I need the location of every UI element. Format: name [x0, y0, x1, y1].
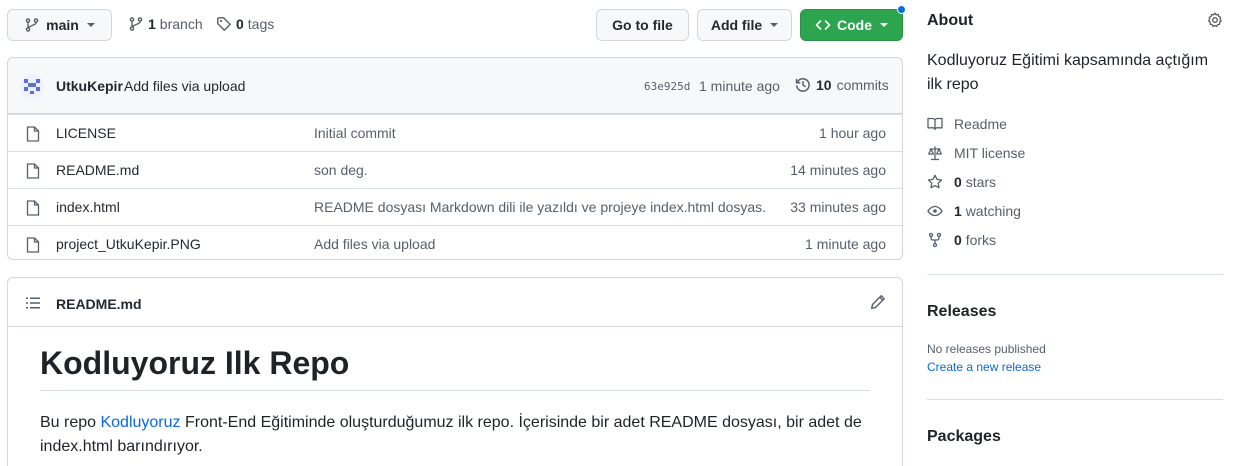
avatar[interactable]	[20, 74, 44, 98]
file-name[interactable]: LICENSE	[56, 125, 116, 141]
branch-count: 1	[148, 16, 156, 32]
commits-link[interactable]: 10 commits	[795, 77, 889, 93]
chevron-down-icon	[880, 23, 888, 27]
gear-icon[interactable]	[1207, 12, 1223, 28]
tag-count: 0	[236, 16, 244, 32]
add-file-label: Add file	[710, 17, 763, 33]
create-release-link[interactable]: Create a new release	[927, 360, 1041, 374]
file-list: UtkuKepir Add files via upload 63e925d 1…	[7, 57, 903, 260]
file-name[interactable]: project_UtkuKepir.PNG	[56, 236, 201, 252]
table-row: index.html README dosyası Markdown dili …	[8, 188, 902, 225]
forks-link[interactable]: 0 forks	[927, 232, 996, 248]
readme-panel: README.md Kodluyoruz Ilk Repo Bu repo Ko…	[7, 277, 903, 466]
go-to-file-label: Go to file	[612, 17, 673, 33]
watching-label: watching	[965, 203, 1021, 219]
tag-icon	[216, 16, 232, 32]
file-icon	[26, 200, 40, 216]
releases-title[interactable]: Releases	[927, 303, 996, 321]
chevron-down-icon	[770, 23, 779, 27]
go-to-file-button[interactable]: Go to file	[596, 9, 689, 41]
watching-count: 1	[954, 203, 962, 219]
commit-sha[interactable]: 63e925d	[644, 80, 690, 93]
tag-label: tags	[247, 16, 275, 32]
file-icon	[26, 126, 40, 142]
branch-selector-button[interactable]: main	[7, 9, 112, 41]
readme-paragraph: Bu repo Kodluyoruz Front-End Eğitiminde …	[40, 411, 870, 459]
branches-link[interactable]: 1 branch	[128, 16, 203, 32]
file-commit-message[interactable]: son deg.	[314, 162, 368, 178]
add-file-button[interactable]: Add file	[697, 9, 792, 41]
git-branch-icon	[128, 16, 144, 32]
license-link[interactable]: MIT license	[927, 145, 1025, 161]
watchers-link[interactable]: 1 watching	[927, 203, 1021, 219]
readme-link[interactable]: Readme	[927, 116, 1007, 132]
pencil-icon[interactable]	[870, 294, 886, 310]
file-name[interactable]: index.html	[56, 199, 120, 215]
commit-count-label: commits	[836, 77, 889, 93]
history-icon	[795, 77, 811, 93]
packages-title[interactable]: Packages	[927, 428, 1001, 446]
readme-header: README.md	[8, 278, 902, 327]
branch-name: main	[46, 17, 79, 33]
chevron-down-icon	[86, 23, 95, 27]
tags-link[interactable]: 0 tags	[216, 16, 274, 32]
file-commit-message[interactable]: Initial commit	[314, 125, 396, 141]
file-commit-time: 1 hour ago	[819, 125, 886, 141]
file-commit-message[interactable]: Add files via upload	[314, 236, 435, 252]
code-icon	[815, 17, 831, 33]
readme-text: Bu repo	[40, 414, 101, 431]
no-releases-text: No releases published	[927, 342, 1046, 356]
table-row: project_UtkuKepir.PNG Add files via uplo…	[8, 225, 902, 259]
branch-label: branch	[159, 16, 203, 32]
commit-message[interactable]: Add files via upload	[124, 78, 245, 94]
readme-link-label: Readme	[954, 116, 1007, 132]
commit-count: 10	[816, 77, 832, 93]
readme-heading: Kodluyoruz Ilk Repo	[40, 345, 870, 391]
star-icon	[927, 174, 943, 190]
divider	[927, 274, 1223, 275]
table-row: README.md son deg. 14 minutes ago	[8, 151, 902, 188]
code-button[interactable]: Code	[800, 9, 903, 41]
fork-icon	[927, 232, 943, 248]
file-commit-time: 1 minute ago	[805, 236, 886, 252]
stars-link[interactable]: 0 stars	[927, 174, 996, 190]
forks-label: forks	[965, 232, 997, 248]
file-name[interactable]: README.md	[56, 162, 139, 178]
code-label: Code	[837, 17, 872, 33]
file-commit-message[interactable]: README dosyası Markdown dili ile yazıldı…	[314, 199, 766, 215]
file-icon	[26, 163, 40, 179]
file-commit-time: 14 minutes ago	[790, 162, 886, 178]
forks-count: 0	[954, 232, 962, 248]
stars-label: stars	[965, 174, 997, 190]
table-row: LICENSE Initial commit 1 hour ago	[8, 114, 902, 151]
notification-dot	[897, 5, 906, 14]
law-icon	[927, 145, 943, 161]
eye-icon	[927, 203, 943, 219]
about-description: Kodluyoruz Eğitimi kapsamında açtığım il…	[927, 52, 1209, 93]
latest-commit-bar: UtkuKepir Add files via upload 63e925d 1…	[8, 58, 902, 114]
file-icon	[26, 237, 40, 253]
about-title: About	[927, 12, 974, 29]
git-branch-icon	[24, 17, 40, 33]
divider	[927, 399, 1223, 400]
kodluyoruz-link[interactable]: Kodluyoruz	[100, 414, 180, 431]
stars-count: 0	[954, 174, 962, 190]
commit-time: 1 minute ago	[699, 78, 780, 94]
list-unordered-icon[interactable]	[25, 295, 41, 311]
book-icon	[927, 116, 943, 132]
file-commit-time: 33 minutes ago	[790, 199, 886, 215]
commit-author[interactable]: UtkuKepir	[56, 78, 123, 94]
readme-filename[interactable]: README.md	[56, 296, 142, 312]
license-label: MIT license	[954, 145, 1026, 161]
